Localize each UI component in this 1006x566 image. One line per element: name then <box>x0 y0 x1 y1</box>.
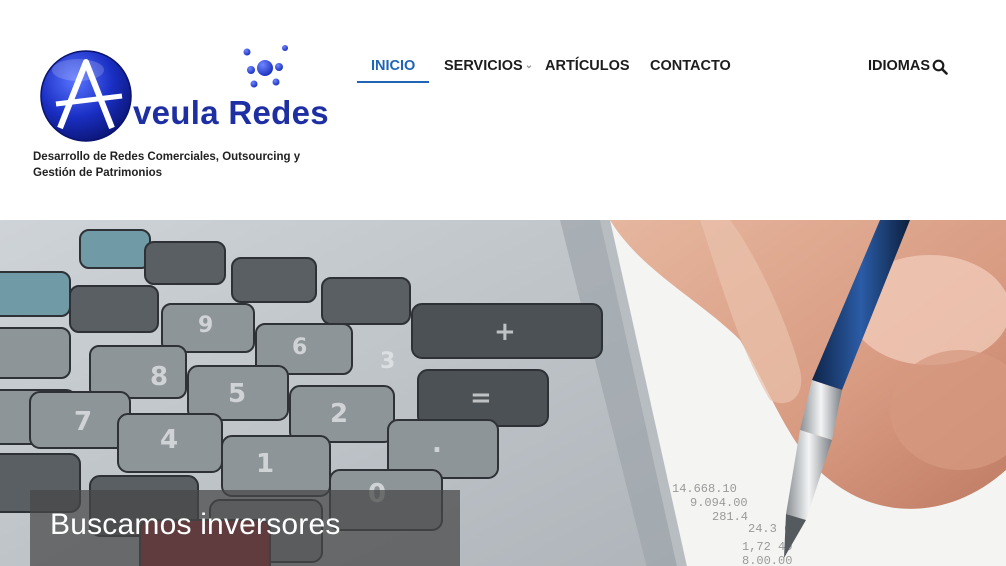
key-label: 6 <box>292 335 307 360</box>
receipt-line: 9.094.00 <box>690 496 748 510</box>
key-label: 1 <box>256 449 274 479</box>
hero-caption-box: Buscamos inversores <box>30 490 460 566</box>
key-label: 7 <box>74 407 92 437</box>
receipt-line: 14.668.10 <box>672 482 737 496</box>
search-icon[interactable] <box>932 59 948 75</box>
nav-item-servicios[interactable]: SERVICIOS ⌄ <box>444 56 533 84</box>
key-label: 3 <box>380 349 395 374</box>
key-label: 8 <box>150 362 168 392</box>
chevron-down-icon: ⌄ <box>524 60 534 71</box>
tagline-line-2: Gestión de Patrimonios <box>33 167 163 179</box>
site-header: veula Redes Desarrollo de Redes Comercia… <box>0 0 1006 220</box>
nav-label-articulos: ARTÍCULOS <box>545 58 630 74</box>
hero-caption-text: Buscamos inversores <box>50 508 341 541</box>
key-label: 9 <box>198 313 213 338</box>
key-label: 4 <box>160 425 178 455</box>
nav-item-articulos[interactable]: ARTÍCULOS <box>545 56 630 84</box>
languages-menu[interactable]: IDIOMAS <box>868 56 930 76</box>
tagline-line-1: Desarrollo de Redes Comerciales, Outsour… <box>33 151 301 163</box>
site-logo[interactable]: veula Redes <box>38 40 329 150</box>
nav-label-servicios: SERVICIOS <box>444 58 523 74</box>
site-tagline: Desarrollo de Redes Comerciales, Outsour… <box>33 149 323 181</box>
key-label: . <box>432 429 442 459</box>
key-label: 2 <box>330 399 348 429</box>
nav-label-contacto: CONTACTO <box>650 58 731 74</box>
key-label: + <box>494 317 516 347</box>
nav-item-inicio[interactable]: INICIO <box>357 56 430 84</box>
nav-label-inicio: INICIO <box>371 58 416 74</box>
logo-wordmark: veula Redes <box>133 94 329 131</box>
active-nav-underline <box>357 81 430 83</box>
nav-item-contacto[interactable]: CONTACTO <box>650 56 731 84</box>
key-label: = <box>470 383 492 413</box>
key-label: 5 <box>228 379 246 409</box>
receipt-line: 281.4 <box>712 510 748 524</box>
